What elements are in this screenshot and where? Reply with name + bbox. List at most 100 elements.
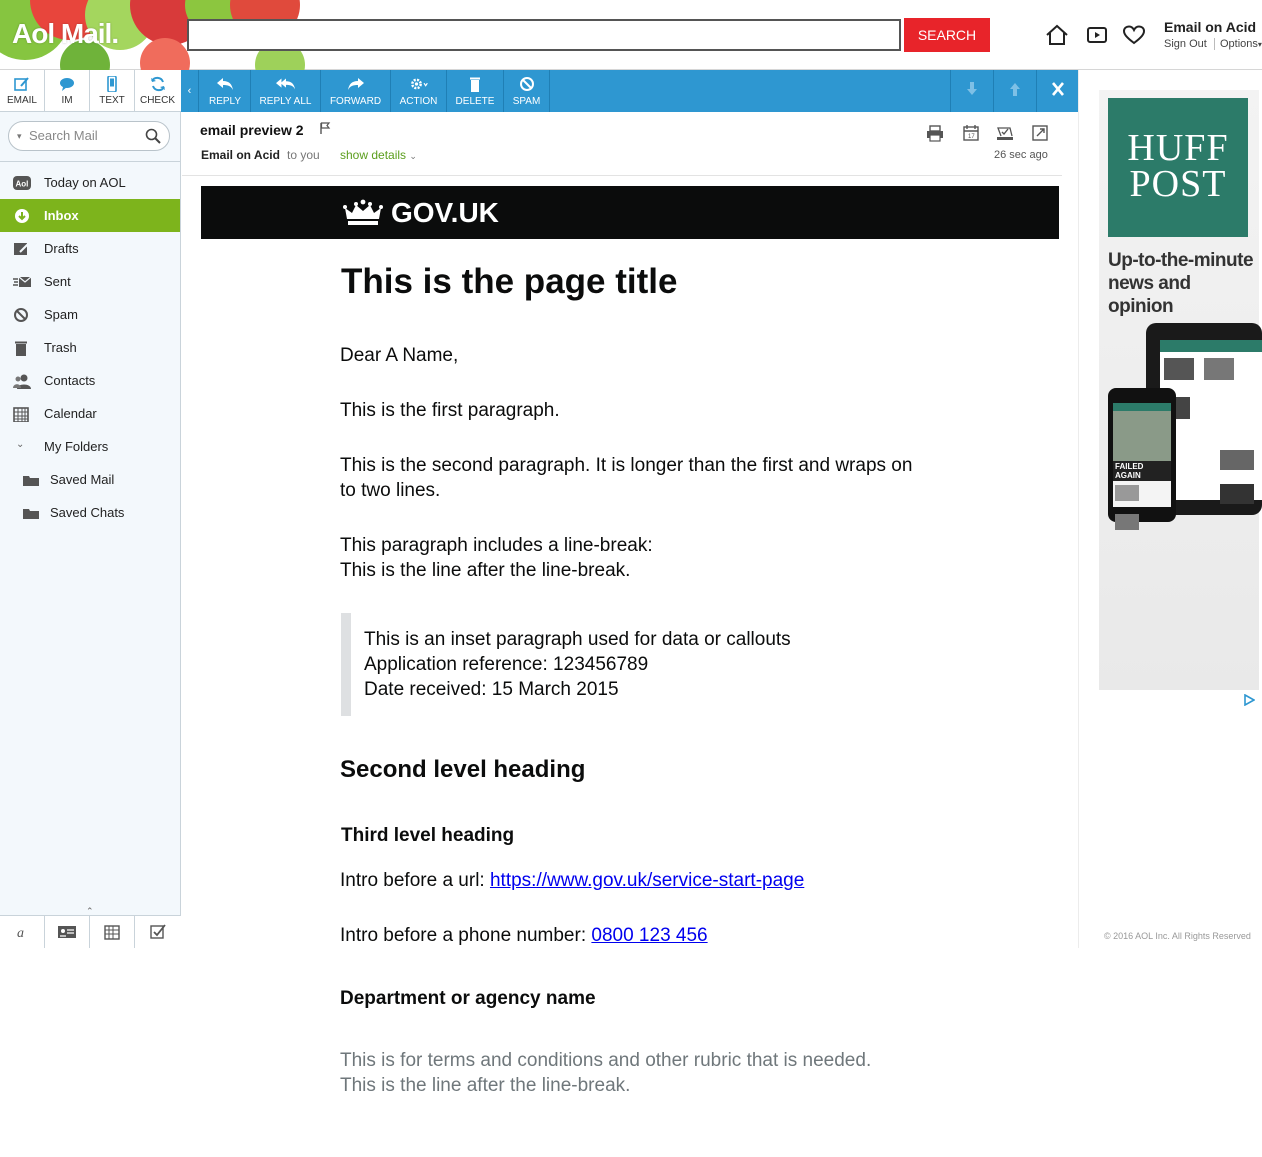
folder-icon bbox=[23, 475, 39, 486]
aol-mail-logo[interactable]: Aol Mail. bbox=[12, 18, 119, 50]
sidebar-item-label: Trash bbox=[44, 340, 77, 355]
message-timestamp: 26 sec ago bbox=[994, 149, 1048, 161]
text-button[interactable]: TEXT bbox=[90, 70, 135, 112]
sidebar-item-drafts[interactable]: Drafts bbox=[0, 232, 180, 265]
task-icon[interactable] bbox=[996, 124, 1014, 142]
sidebar-item-saved-mail[interactable]: Saved Mail bbox=[0, 463, 180, 496]
mail-app-button[interactable]: a bbox=[0, 916, 45, 948]
phone-screen: FAILED AGAIN bbox=[1113, 403, 1171, 530]
sidebar-item-calendar[interactable]: Calendar bbox=[0, 397, 180, 430]
bottom-app-bar: a bbox=[0, 915, 181, 948]
action-button[interactable]: ACTION bbox=[391, 70, 447, 112]
chevron-down-icon[interactable]: ⌄ bbox=[16, 439, 34, 455]
calendar-icon[interactable]: 17 bbox=[962, 124, 980, 142]
sidebar-item-my-folders[interactable]: ⌄ My Folders bbox=[0, 430, 180, 463]
contact-card-icon bbox=[58, 926, 76, 938]
delete-button[interactable]: DELETE bbox=[447, 70, 504, 112]
phone-thumb bbox=[1115, 485, 1139, 501]
close-message-button[interactable] bbox=[1037, 70, 1078, 112]
govuk-logo-text[interactable]: GOV.UK bbox=[391, 197, 499, 229]
compose-bar: EMAIL IM TEXT CHECK bbox=[0, 70, 181, 112]
show-details-link[interactable]: show details ⌄ bbox=[340, 148, 417, 162]
sidebar-item-label: Saved Mail bbox=[50, 472, 115, 487]
inbox-icon bbox=[15, 208, 29, 223]
popout-icon[interactable] bbox=[1031, 124, 1049, 142]
sidebar-item-contacts[interactable]: Contacts bbox=[0, 364, 180, 397]
sidebar-item-inbox[interactable]: Inbox bbox=[0, 199, 180, 232]
next-message-button[interactable] bbox=[950, 70, 994, 112]
email-paragraph-3-line-1: This paragraph includes a line-break: bbox=[340, 535, 653, 556]
message-recipient: to you bbox=[287, 148, 320, 162]
message-sender[interactable]: Email on Acid bbox=[201, 148, 280, 162]
forward-icon bbox=[347, 77, 364, 90]
chevron-down-icon: ▾ bbox=[1257, 40, 1262, 49]
phone-intro: Intro before a phone number: bbox=[340, 925, 592, 946]
ad-tagline-line-1: Up-to-the-minute bbox=[1108, 250, 1254, 271]
tablet-thumb bbox=[1164, 358, 1194, 380]
reply-button[interactable]: REPLY bbox=[200, 70, 251, 112]
aol-a-icon: a bbox=[17, 926, 24, 940]
forward-button[interactable]: FORWARD bbox=[321, 70, 391, 112]
flag-icon[interactable] bbox=[319, 122, 331, 134]
reply-label: REPLY bbox=[208, 95, 242, 107]
search-mail-input[interactable]: ▾ Search Mail bbox=[8, 121, 170, 151]
spam-button[interactable]: SPAM bbox=[504, 70, 550, 112]
aol-icon: Aol bbox=[13, 175, 31, 190]
tablet-thumb bbox=[1220, 484, 1254, 504]
sidebar-item-label: Today on AOL bbox=[44, 175, 126, 190]
adchoices-icon[interactable] bbox=[1243, 694, 1255, 706]
compose-email-label: EMAIL bbox=[6, 95, 37, 106]
sidebar-item-sent[interactable]: Sent bbox=[0, 265, 180, 298]
service-url-link[interactable]: https://www.gov.uk/service-start-page bbox=[490, 870, 804, 891]
sidebar-item-saved-chats[interactable]: Saved Chats bbox=[0, 496, 180, 529]
web-search-input[interactable] bbox=[187, 19, 901, 51]
home-icon[interactable] bbox=[1045, 24, 1069, 46]
calendar-app-button[interactable] bbox=[90, 916, 135, 948]
sidebar-item-label: Drafts bbox=[44, 241, 79, 256]
spam-icon bbox=[519, 76, 534, 91]
phone-thumb bbox=[1115, 514, 1139, 530]
collapse-sidebar-icon[interactable]: ‹ bbox=[181, 70, 199, 112]
mobile-icon bbox=[107, 76, 117, 92]
contacts-app-button[interactable] bbox=[45, 916, 90, 948]
tablet-header bbox=[1160, 340, 1262, 352]
huffpost-logo[interactable]: HUFF POST bbox=[1108, 98, 1248, 237]
sidebar-item-label: Sent bbox=[44, 274, 71, 289]
sidebar-item-label: Contacts bbox=[44, 373, 96, 388]
compose-email-button[interactable]: EMAIL bbox=[0, 70, 45, 112]
refresh-icon bbox=[150, 76, 165, 92]
previous-message-button[interactable] bbox=[994, 70, 1037, 112]
sidebar-item-spam[interactable]: Spam bbox=[0, 298, 180, 331]
phone-number-link[interactable]: 0800 123 456 bbox=[591, 925, 707, 946]
sidebar-item-label: Spam bbox=[44, 307, 78, 322]
sidebar-item-label: My Folders bbox=[44, 439, 109, 454]
search-button[interactable]: SEARCH bbox=[904, 18, 990, 52]
reply-all-button[interactable]: REPLY ALL bbox=[251, 70, 321, 112]
huffpost-logo-line-2: POST bbox=[1129, 163, 1227, 205]
print-icon[interactable] bbox=[926, 124, 944, 142]
action-label: ACTION bbox=[399, 95, 438, 107]
sidebar-item-today-on-aol[interactable]: Aol Today on AOL bbox=[0, 166, 180, 199]
sign-out-link[interactable]: Sign Out bbox=[1164, 38, 1207, 50]
spam-label: SPAM bbox=[512, 95, 541, 107]
im-button[interactable]: IM bbox=[45, 70, 90, 112]
options-menu[interactable]: Options▾ bbox=[1214, 38, 1262, 50]
ad-tagline-line-2: news and opinion bbox=[1108, 273, 1191, 317]
search-icon[interactable] bbox=[145, 128, 161, 144]
sidebar-item-trash[interactable]: Trash bbox=[0, 331, 180, 364]
phone-paragraph: Intro before a phone number: 0800 123 45… bbox=[340, 923, 708, 948]
text-label: TEXT bbox=[99, 95, 125, 106]
spam-icon bbox=[14, 307, 28, 322]
sidebar-item-label: Inbox bbox=[44, 208, 79, 223]
svg-text:a: a bbox=[17, 926, 24, 940]
crown-icon bbox=[340, 197, 386, 229]
tasks-app-button[interactable] bbox=[135, 916, 180, 948]
heart-icon[interactable] bbox=[1122, 24, 1146, 46]
check-mail-button[interactable]: CHECK bbox=[135, 70, 180, 112]
video-icon[interactable] bbox=[1085, 24, 1109, 46]
phone-banner: FAILED AGAIN bbox=[1113, 461, 1171, 481]
chevron-down-icon[interactable]: ▾ bbox=[17, 122, 22, 150]
reply-icon bbox=[217, 77, 233, 90]
delete-label: DELETE bbox=[455, 95, 495, 107]
trash-icon bbox=[15, 341, 27, 356]
